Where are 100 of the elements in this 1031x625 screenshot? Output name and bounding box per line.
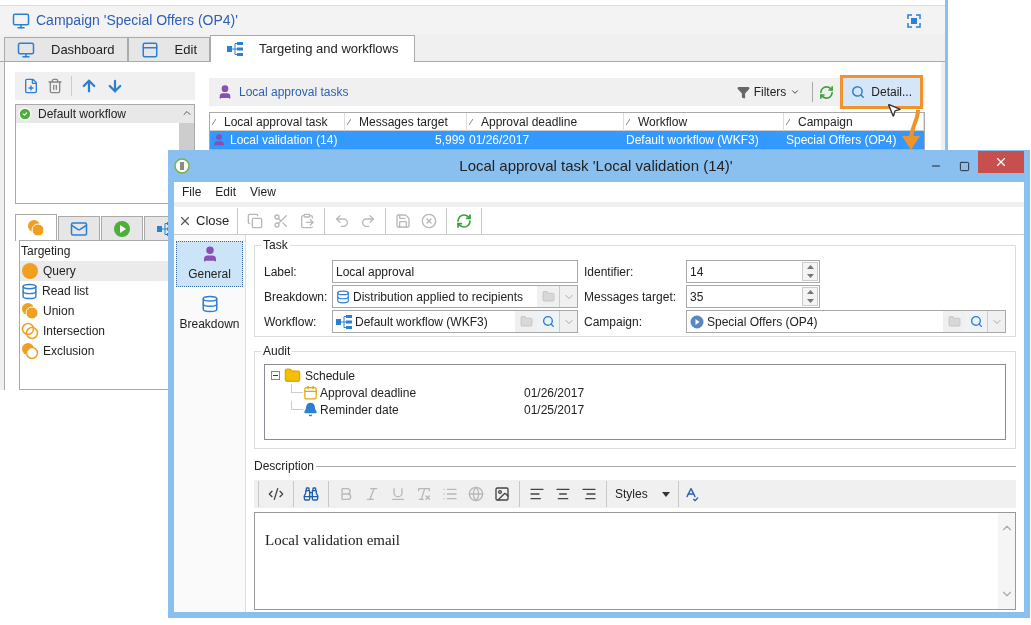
description-text: Local validation email bbox=[265, 532, 400, 548]
menu-item[interactable]: Edit bbox=[215, 183, 237, 201]
circle-icon bbox=[21, 262, 39, 280]
styles-dropdown[interactable]: Styles bbox=[611, 485, 674, 503]
redo-icon bbox=[360, 212, 377, 229]
up-triangle-icon bbox=[806, 290, 814, 295]
user-check-icon bbox=[217, 84, 233, 100]
palette-item[interactable]: Exclusion bbox=[20, 341, 194, 361]
close-dialog-button[interactable]: Close bbox=[178, 210, 234, 231]
close-icon bbox=[994, 155, 1008, 169]
field-label: Label: bbox=[264, 263, 298, 281]
palette-tab[interactable] bbox=[58, 216, 100, 240]
align-center-icon bbox=[555, 486, 571, 502]
circles-icon bbox=[26, 218, 46, 238]
sort-icon bbox=[786, 119, 790, 125]
filters-button[interactable]: Filters bbox=[736, 83, 801, 101]
new-file-icon[interactable] bbox=[23, 78, 39, 94]
folder-icon bbox=[284, 367, 301, 384]
dialog-title: Local approval task 'Local validation (14)' bbox=[459, 155, 733, 176]
fullscreen-icon[interactable] bbox=[907, 13, 921, 28]
field-value: Special Offers (OP4) bbox=[707, 313, 819, 331]
tree-item[interactable]: Approval deadline bbox=[320, 383, 524, 402]
search-button[interactable] bbox=[965, 311, 987, 332]
link-field[interactable]: Default workflow (WKF3) bbox=[332, 310, 578, 333]
up-triangle-icon bbox=[806, 265, 814, 270]
tab[interactable]: Dashboard bbox=[4, 37, 128, 61]
database-icon bbox=[336, 289, 350, 304]
envelope-icon bbox=[70, 219, 88, 238]
section-title: Description bbox=[254, 458, 315, 475]
search-icon bbox=[541, 315, 555, 328]
collapse-toggle[interactable] bbox=[271, 371, 280, 380]
palette-heading: Targeting bbox=[20, 243, 72, 260]
sort-icon bbox=[626, 119, 630, 125]
align-right-icon bbox=[581, 486, 597, 502]
binoculars-icon bbox=[303, 486, 319, 502]
arrow-down-icon[interactable] bbox=[106, 77, 124, 95]
paste-icon bbox=[299, 212, 316, 229]
field-value: 35 bbox=[689, 288, 705, 306]
table-cell-text: 01/26/2017 bbox=[468, 132, 531, 149]
folder-icon bbox=[519, 315, 533, 328]
field-value: Local approval bbox=[335, 263, 416, 281]
maximize-icon bbox=[958, 160, 970, 172]
field-label: Workflow: bbox=[264, 313, 318, 331]
sort-icon bbox=[347, 119, 351, 125]
bold-icon bbox=[338, 486, 354, 502]
play-icon bbox=[690, 314, 704, 329]
field-label: Campaign: bbox=[583, 313, 644, 331]
tree-item[interactable]: Reminder date bbox=[320, 400, 524, 419]
caret-icon bbox=[661, 491, 670, 497]
search-icon bbox=[851, 85, 866, 99]
list-title: Local approval tasks bbox=[239, 84, 349, 101]
link-icon bbox=[468, 486, 484, 502]
play-icon bbox=[113, 219, 131, 238]
folder-icon bbox=[947, 315, 961, 328]
caret-icon bbox=[790, 87, 801, 97]
workflow-item[interactable]: Default workflow bbox=[16, 105, 179, 123]
monitor-icon bbox=[12, 11, 30, 30]
search-icon bbox=[969, 315, 983, 328]
refresh-icon bbox=[456, 212, 473, 229]
spinner-button[interactable] bbox=[802, 287, 818, 306]
number-field[interactable]: 14 bbox=[686, 260, 820, 283]
text-field[interactable]: Local approval bbox=[332, 260, 578, 283]
tab[interactable]: Targeting and workflows bbox=[210, 35, 416, 62]
database-icon bbox=[200, 295, 219, 313]
nav-item[interactable]: General bbox=[176, 241, 243, 287]
refresh-icon[interactable] bbox=[819, 84, 835, 100]
menu-item[interactable]: File bbox=[182, 183, 202, 201]
window-icon bbox=[140, 40, 159, 59]
description-editor[interactable]: Local validation email bbox=[254, 512, 1016, 610]
trash-icon[interactable] bbox=[47, 78, 63, 94]
spinner-button[interactable] bbox=[802, 262, 818, 281]
field-value: 14 bbox=[689, 263, 705, 281]
italic-icon bbox=[364, 486, 380, 502]
callout-arrow bbox=[900, 110, 922, 150]
table-cell: Local validation (14) bbox=[210, 131, 345, 149]
align-left-icon bbox=[529, 486, 545, 502]
cancel-icon bbox=[421, 212, 438, 229]
check-circle-icon bbox=[18, 107, 32, 121]
down-triangle-icon bbox=[806, 298, 814, 303]
undo-icon bbox=[334, 212, 351, 229]
detail-button[interactable]: Detail... bbox=[840, 75, 923, 109]
scrollbar[interactable] bbox=[998, 513, 1015, 609]
tab[interactable]: Edit bbox=[127, 37, 210, 61]
image-icon bbox=[494, 486, 510, 502]
tree-item[interactable]: Schedule bbox=[305, 366, 356, 385]
user-icon bbox=[212, 133, 226, 147]
number-field[interactable]: 35 bbox=[686, 285, 820, 308]
menu-item[interactable]: View bbox=[250, 183, 276, 201]
filter-icon bbox=[736, 85, 750, 99]
palette-tab[interactable] bbox=[101, 216, 143, 240]
code-icon bbox=[268, 486, 284, 502]
link-field[interactable]: Special Offers (OP4) bbox=[686, 310, 1006, 333]
save-icon bbox=[395, 212, 412, 229]
field-value: Default workflow (WKF3) bbox=[355, 313, 489, 331]
field-label: Messages target: bbox=[583, 288, 678, 306]
table-cell-text: Special Offers (OP4) bbox=[785, 132, 898, 149]
palette-tab[interactable] bbox=[15, 214, 57, 241]
calendar-icon bbox=[303, 385, 318, 400]
sort-icon bbox=[469, 119, 473, 125]
search-button[interactable] bbox=[537, 311, 559, 332]
